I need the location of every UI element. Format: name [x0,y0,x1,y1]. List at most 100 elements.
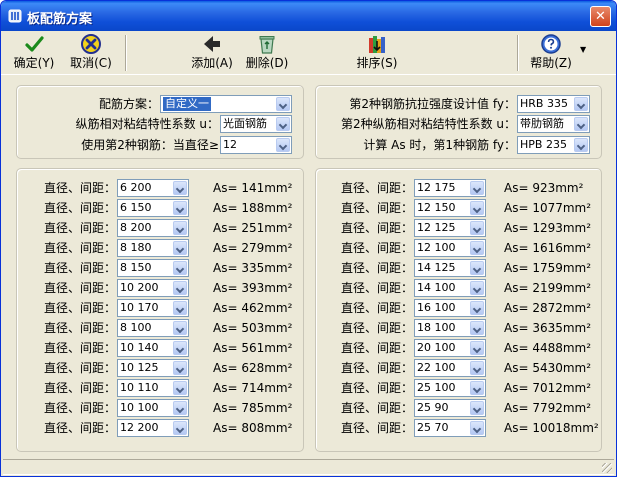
rebar-diameter-spacing-value: 16 100 [417,301,456,314]
bond2-coef-value: 带肋钢筋 [520,117,564,130]
chevron-down-icon[interactable] [173,261,187,275]
chevron-down-icon[interactable] [470,421,484,435]
bond-coef-label: 纵筋相对粘结特性系数 u： [75,117,219,131]
chevron-down-icon[interactable] [173,421,187,435]
rebar-diameter-spacing-select[interactable]: 10 100 [117,399,189,417]
rebar-row: 直径、间距： 12 200 As= 808mm² [17,419,303,439]
chevron-down-icon[interactable] [173,301,187,315]
rebar-diameter-spacing-select[interactable]: 25 70 [414,419,486,437]
rebar-diameter-spacing-value: 20 100 [417,341,456,354]
cancel-button-label: 取消(C) [70,56,112,70]
chevron-down-icon[interactable] [173,201,187,215]
resize-grip-icon[interactable] [602,463,612,473]
help-button[interactable]: 帮助(Z) [525,33,577,73]
rebar-diameter-spacing-select[interactable]: 10 125 [117,359,189,377]
chevron-down-icon[interactable] [470,181,484,195]
rebar-area-value: As= 628mm² [213,361,293,375]
chevron-down-icon[interactable] [173,381,187,395]
chevron-down-icon[interactable] [173,361,187,375]
rebar-right-panel: 直径、间距： 12 175 As= 923mm² 直径、间距： 12 150 As= 10… [315,168,602,452]
chevron-down-icon[interactable] [574,117,588,131]
fy2-select[interactable]: HRB 335 [517,95,590,113]
chevron-down-icon[interactable] [173,341,187,355]
fy1-select[interactable]: HPB 235 [517,136,590,154]
bond-coef-select[interactable]: 光面钢筋 [220,115,292,133]
rebar-diameter-spacing-select[interactable]: 12 150 [414,199,486,217]
rebar-row-label: 直径、间距： [43,361,116,375]
chevron-down-icon[interactable] [470,321,484,335]
chevron-down-icon[interactable] [470,261,484,275]
rebar-diameter-spacing-select[interactable]: 6 150 [117,199,189,217]
fy2-value: HRB 335 [520,97,568,110]
rebar-diameter-spacing-select[interactable]: 25 90 [414,399,486,417]
rebar-area-value: As= 1616mm² [504,241,592,255]
rebar-diameter-spacing-select[interactable]: 14 100 [414,279,486,297]
bond2-coef-select[interactable]: 带肋钢筋 [517,115,590,133]
rebar-row-label: 直径、间距： [340,321,413,335]
cancel-icon [81,34,101,54]
chevron-down-icon[interactable] [173,181,187,195]
rebar-area-value: As= 7792mm² [504,401,592,415]
title-bar[interactable]: 板配筋方案 ✕ [1,1,616,31]
rebar-diameter-spacing-select[interactable]: 12 125 [414,219,486,237]
scheme-select[interactable]: 自定义一 [160,95,292,113]
rebar-diameter-spacing-value: 12 175 [417,181,456,194]
rebar-diameter-spacing-select[interactable]: 6 200 [117,179,189,197]
rebar-diameter-spacing-select[interactable]: 22 100 [414,359,486,377]
chevron-down-icon[interactable] [574,97,588,111]
rebar-diameter-spacing-select[interactable]: 25 100 [414,379,486,397]
chevron-down-icon[interactable] [173,321,187,335]
chevron-down-icon[interactable] [574,138,588,152]
chevron-down-icon[interactable] [470,241,484,255]
rebar-diameter-spacing-select[interactable]: 12 200 [117,419,189,437]
chevron-down-icon[interactable] [470,401,484,415]
rebar-diameter-spacing-select[interactable]: 8 200 [117,219,189,237]
rebar-diameter-spacing-select[interactable]: 20 100 [414,339,486,357]
help-dropdown-icon[interactable]: ▼ [580,45,586,54]
rebar-area-value: As= 1293mm² [504,221,592,235]
chevron-down-icon[interactable] [470,301,484,315]
chevron-down-icon[interactable] [276,117,290,131]
rebar-row: 直径、间距： 12 175 As= 923mm² [316,179,601,199]
cancel-button[interactable]: 取消(C) [65,33,117,73]
delete-button[interactable]: 删除(D) [241,33,293,73]
chevron-down-icon[interactable] [470,201,484,215]
chevron-down-icon[interactable] [276,97,290,111]
recycle-bin-icon [259,36,275,54]
sort-button[interactable]: 排序(S) [351,33,403,73]
close-icon: ✕ [595,9,606,24]
chevron-down-icon[interactable] [173,241,187,255]
chevron-down-icon[interactable] [470,221,484,235]
chevron-down-icon[interactable] [470,341,484,355]
sort-button-label: 排序(S) [356,56,398,70]
rebar-diameter-spacing-select[interactable]: 10 140 [117,339,189,357]
rebar-diameter-spacing-select[interactable]: 12 175 [414,179,486,197]
rebar-diameter-spacing-select[interactable]: 14 125 [414,259,486,277]
rebar-row-label: 直径、间距： [340,181,413,195]
rebar-diameter-spacing-select[interactable]: 8 150 [117,259,189,277]
chevron-down-icon[interactable] [173,401,187,415]
second-rebar-diameter-select[interactable]: 12 [220,136,292,154]
rebar-diameter-spacing-select[interactable]: 8 100 [117,319,189,337]
rebar-diameter-spacing-select[interactable]: 10 170 [117,299,189,317]
rebar-diameter-spacing-select[interactable]: 10 200 [117,279,189,297]
chevron-down-icon[interactable] [470,281,484,295]
rebar-row: 直径、间距： 12 100 As= 1616mm² [316,239,601,259]
close-button[interactable]: ✕ [590,6,611,27]
rebar-row-label: 直径、间距： [43,181,116,195]
add-button[interactable]: 添加(A) [186,33,238,73]
rebar-area-value: As= 188mm² [213,201,293,215]
rebar-diameter-spacing-select[interactable]: 8 180 [117,239,189,257]
chevron-down-icon[interactable] [470,361,484,375]
rebar-diameter-spacing-select[interactable]: 16 100 [414,299,486,317]
rebar-diameter-spacing-select[interactable]: 18 100 [414,319,486,337]
toolbar-separator [517,35,519,71]
chevron-down-icon[interactable] [173,281,187,295]
chevron-down-icon[interactable] [173,221,187,235]
chevron-down-icon[interactable] [470,381,484,395]
ok-button[interactable]: 确定(Y) [9,33,59,73]
scheme-value: 自定义一 [163,97,211,111]
chevron-down-icon[interactable] [276,138,290,152]
rebar-diameter-spacing-select[interactable]: 12 100 [414,239,486,257]
rebar-diameter-spacing-select[interactable]: 10 110 [117,379,189,397]
